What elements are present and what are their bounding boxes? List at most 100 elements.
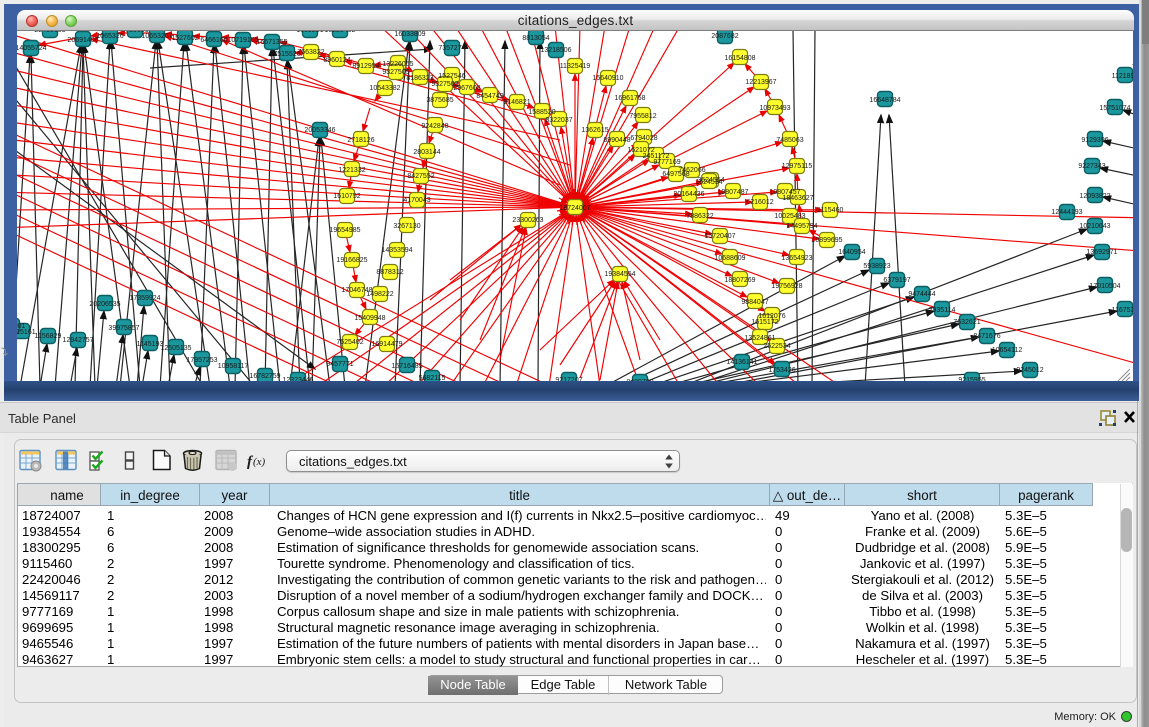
svg-text:10210643: 10210643 bbox=[1079, 223, 1110, 230]
svg-text:13524861: 13524861 bbox=[744, 335, 775, 342]
svg-text:12975115: 12975115 bbox=[782, 163, 813, 170]
svg-text:13654923: 13654923 bbox=[781, 255, 812, 262]
svg-text:7357274: 7357274 bbox=[438, 45, 465, 52]
svg-text:2718126: 2718126 bbox=[347, 137, 374, 144]
svg-text:19654985: 19654985 bbox=[329, 227, 360, 234]
svg-text:8427552: 8427552 bbox=[407, 173, 434, 180]
svg-text:14055724: 14055724 bbox=[17, 45, 47, 52]
svg-text:18463627: 18463627 bbox=[782, 195, 813, 202]
svg-text:10958117: 10958117 bbox=[218, 363, 249, 370]
svg-text:4170043: 4170043 bbox=[403, 197, 430, 204]
svg-text:2967608: 2967608 bbox=[453, 85, 480, 92]
svg-text:1156829: 1156829 bbox=[35, 333, 62, 340]
svg-text:6794028: 6794028 bbox=[630, 135, 657, 142]
svg-text:15716485: 15716485 bbox=[391, 363, 422, 370]
svg-text:13692971: 13692971 bbox=[1086, 249, 1117, 256]
svg-text:17010504: 17010504 bbox=[1089, 283, 1120, 290]
svg-text:8912954: 8912954 bbox=[352, 63, 379, 70]
svg-text:9457771: 9457771 bbox=[326, 361, 353, 368]
svg-text:16648784: 16648784 bbox=[869, 97, 900, 104]
svg-text:9146821: 9146821 bbox=[503, 99, 530, 106]
svg-text:9115460: 9115460 bbox=[817, 207, 844, 214]
svg-text:1065326: 1065326 bbox=[96, 33, 123, 40]
svg-text:11325419: 11325419 bbox=[560, 63, 591, 70]
svg-text:13226055: 13226055 bbox=[382, 61, 413, 68]
svg-text:7632621: 7632621 bbox=[953, 319, 980, 326]
svg-text:20164436: 20164436 bbox=[673, 191, 704, 198]
svg-text:12213967: 12213967 bbox=[745, 79, 776, 86]
svg-text:18807269: 18807269 bbox=[724, 277, 755, 284]
svg-text:8813054: 8813054 bbox=[522, 35, 549, 42]
svg-text:7886322: 7886322 bbox=[686, 213, 713, 220]
svg-text:7625402: 7625402 bbox=[336, 339, 363, 346]
svg-text:10653267: 10653267 bbox=[141, 33, 172, 40]
svg-text:14136141: 14136141 bbox=[726, 359, 757, 366]
svg-text:9777169: 9777169 bbox=[653, 159, 680, 166]
svg-text:20206535: 20206535 bbox=[89, 301, 120, 308]
svg-text:1167534: 1167534 bbox=[1112, 307, 1133, 314]
svg-text:22455603: 22455603 bbox=[34, 31, 65, 34]
svg-text:7485063: 7485063 bbox=[776, 137, 803, 144]
svg-text:1221332: 1221332 bbox=[338, 167, 365, 174]
svg-text:6379197: 6379197 bbox=[883, 277, 910, 284]
svg-text:9227343: 9227343 bbox=[1078, 163, 1105, 170]
svg-text:8878312: 8878312 bbox=[376, 269, 403, 276]
svg-text:2803144: 2803144 bbox=[413, 149, 440, 156]
svg-text:9215955: 9215955 bbox=[958, 377, 985, 381]
svg-text:20691406: 20691406 bbox=[67, 37, 98, 44]
svg-text:5682115: 5682115 bbox=[419, 375, 446, 381]
svg-text:14495794: 14495794 bbox=[786, 223, 817, 230]
svg-text:12323446: 12323446 bbox=[282, 377, 313, 381]
svg-text:1610752: 1610752 bbox=[333, 193, 360, 200]
svg-text:10654112: 10654112 bbox=[992, 347, 1023, 354]
svg-text:17957253: 17957253 bbox=[186, 357, 217, 364]
svg-text:20053346: 20053346 bbox=[304, 127, 335, 134]
svg-text:4735650: 4735650 bbox=[121, 31, 148, 34]
svg-text:10807487: 10807487 bbox=[717, 189, 748, 196]
svg-text:8990448: 8990448 bbox=[603, 137, 630, 144]
svg-text:39975857: 39975857 bbox=[108, 325, 139, 332]
svg-text:8322037: 8322037 bbox=[545, 117, 572, 124]
svg-text:12444193: 12444193 bbox=[1051, 209, 1082, 216]
svg-text:8471676: 8471676 bbox=[973, 333, 1000, 340]
svg-text:1527602: 1527602 bbox=[171, 35, 198, 42]
svg-text:3875685: 3875685 bbox=[426, 97, 453, 104]
svg-text:1527546: 1527546 bbox=[438, 73, 465, 80]
svg-text:9474444: 9474444 bbox=[908, 291, 935, 298]
svg-text:10228452: 10228452 bbox=[324, 31, 355, 34]
svg-text:3915161: 3915161 bbox=[17, 329, 36, 336]
svg-text:8186323: 8186323 bbox=[406, 75, 433, 82]
svg-text:12942757: 12942757 bbox=[62, 337, 93, 344]
svg-text:1498222: 1498222 bbox=[366, 291, 393, 298]
svg-text:9884047: 9884047 bbox=[741, 299, 768, 306]
svg-text:1159001: 1159001 bbox=[17, 323, 25, 330]
svg-text:18724007: 18724007 bbox=[559, 205, 590, 212]
svg-text:16961758: 16961758 bbox=[614, 95, 645, 102]
svg-text:14353594: 14353594 bbox=[381, 247, 412, 254]
svg-text:15409948: 15409948 bbox=[354, 315, 385, 322]
svg-text:19166825: 19166825 bbox=[336, 257, 367, 264]
svg-text:10543382: 10543382 bbox=[369, 85, 400, 92]
svg-text:9129396: 9129396 bbox=[1081, 137, 1108, 144]
svg-text:10899695: 10899695 bbox=[811, 237, 842, 244]
svg-text:1753426: 1753426 bbox=[768, 367, 795, 374]
svg-text:15640910: 15640910 bbox=[592, 75, 623, 82]
svg-text:7663822: 7663822 bbox=[297, 49, 324, 56]
svg-text:4439167: 4439167 bbox=[1132, 61, 1133, 68]
svg-text:16033809: 16033809 bbox=[394, 31, 425, 38]
svg-text:8489709: 8489709 bbox=[626, 379, 653, 381]
svg-text:10719155: 10719155 bbox=[227, 37, 258, 44]
svg-text:1121896: 1121896 bbox=[1112, 73, 1133, 80]
svg-text:19384554: 19384554 bbox=[604, 271, 635, 278]
svg-text:1624534: 1624534 bbox=[695, 179, 722, 186]
svg-text:23300263: 23300263 bbox=[512, 217, 543, 224]
svg-text:19756928: 19756928 bbox=[771, 283, 802, 290]
svg-text:7955812: 7955812 bbox=[629, 113, 656, 120]
svg-text:8454749: 8454749 bbox=[476, 93, 503, 100]
svg-text:16782759: 16782759 bbox=[249, 373, 280, 380]
svg-text:12505135: 12505135 bbox=[160, 345, 191, 352]
svg-text:9245012: 9245012 bbox=[1016, 367, 1043, 374]
svg-text:3267130: 3267130 bbox=[393, 223, 420, 230]
svg-text:2522534: 2522534 bbox=[763, 343, 790, 350]
svg-text:16154808: 16154808 bbox=[724, 55, 755, 62]
